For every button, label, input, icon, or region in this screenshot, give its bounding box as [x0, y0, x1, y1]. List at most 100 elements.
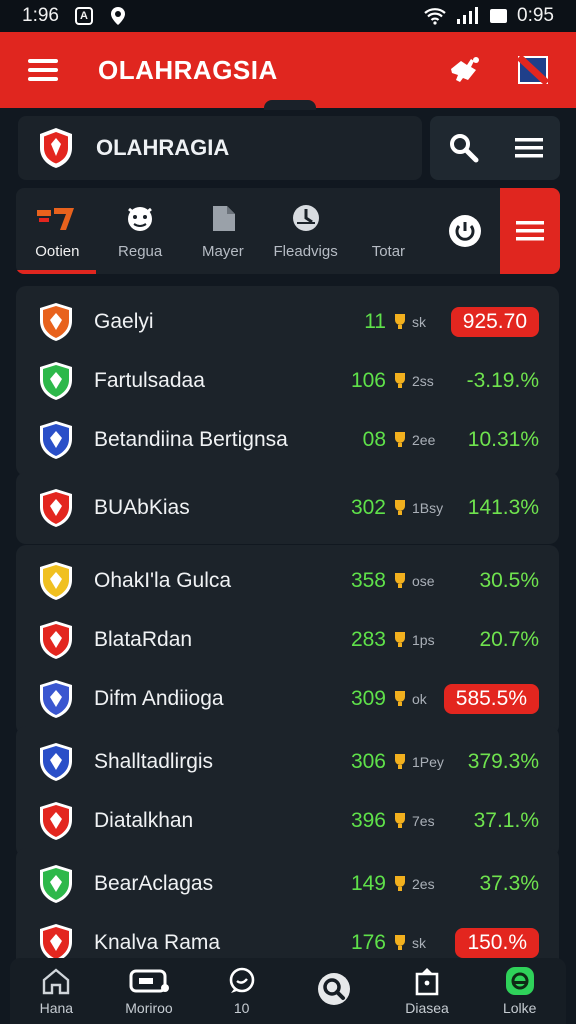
standings-group: Shalltadlirgis 306 1Pey 379.3% Diatalkhan 396…	[16, 726, 559, 857]
team-row[interactable]: BUAbKias 302 1Bsy 141.3%	[16, 480, 559, 536]
team-change-value: 925.70	[450, 307, 539, 337]
trophy-icon	[395, 314, 405, 329]
team-name: BearAclagas	[94, 872, 214, 895]
list-icon[interactable]	[514, 136, 543, 160]
nav-diasea[interactable]: Diasea	[381, 958, 474, 1024]
trend-label: 1ps	[412, 632, 435, 648]
trend-indicator: 2ss	[392, 372, 434, 390]
nav-chat[interactable]: 10	[195, 958, 288, 1024]
team-points: 149	[350, 872, 386, 895]
team-name: Betandiina Bertignsa	[94, 428, 288, 451]
power-toggle[interactable]	[430, 188, 500, 274]
team-crest-icon	[36, 301, 76, 343]
trend-label: ok	[412, 691, 427, 707]
team-name: Shalltadlirgis	[94, 750, 214, 773]
nav-search[interactable]	[288, 958, 381, 1024]
team-crest-icon	[36, 800, 76, 842]
team-name: Diatalkhan	[94, 809, 194, 832]
team-row[interactable]: OhakI'la Gulca 358 ose 30.5%	[16, 553, 559, 609]
menu-button[interactable]	[28, 59, 58, 81]
trophy-icon	[395, 432, 405, 447]
search-icon[interactable]	[448, 132, 480, 164]
trophy-icon	[395, 500, 405, 515]
team-row[interactable]: Betandiina Bertignsa 08 2ee 10.31%	[16, 412, 559, 468]
team-change-value: 379.3%	[467, 750, 539, 773]
tab-menu-button[interactable]	[500, 188, 560, 274]
stopwatch-icon	[292, 204, 319, 231]
nav-moriroo[interactable]: Moriroo	[103, 958, 196, 1024]
tab-totar[interactable]: Totar	[347, 188, 430, 274]
nav-label: Moriroo	[125, 1000, 173, 1016]
team-points: 11	[364, 310, 386, 333]
tab-bar: Ootien Regua Mayer Fleadvigs Totar	[16, 188, 560, 274]
trend-label: 1Bsy	[412, 500, 444, 516]
team-points: 176	[350, 931, 386, 954]
team-change-value: 141.3%	[467, 496, 539, 519]
trend-label: 7es	[412, 813, 435, 829]
tab-ootien[interactable]: Ootien	[16, 188, 99, 274]
team-change-value: 585.5%	[443, 684, 539, 714]
trend-indicator: ose	[392, 572, 435, 590]
trend-indicator: 7es	[392, 812, 435, 830]
match-icon	[129, 969, 169, 993]
team-row[interactable]: BlataRdan 283 1ps 20.7%	[16, 612, 559, 668]
power-icon	[448, 215, 481, 247]
signal-icon	[457, 7, 479, 24]
team-points: 302	[350, 496, 386, 519]
mascot-icon	[128, 206, 153, 231]
wifi-icon	[424, 8, 446, 25]
team-crest-icon	[36, 863, 76, 905]
nav-lolke[interactable]: Lolke	[473, 958, 566, 1024]
flag-icon[interactable]	[518, 56, 548, 84]
team-crest-icon	[36, 360, 76, 402]
team-crest-icon	[36, 619, 76, 661]
team-points: 306	[350, 750, 386, 773]
team-crest-icon	[36, 487, 76, 529]
app-title: OLAHRAGSIA	[98, 54, 278, 85]
team-row[interactable]: Fartulsadaa 106 2ss -3.19.%	[16, 353, 559, 409]
team-name: BUAbKias	[94, 496, 190, 519]
trend-indicator: 1Bsy	[392, 499, 443, 517]
tab-fleadvigs[interactable]: Fleadvigs	[264, 188, 347, 274]
tab-regua[interactable]: Regua	[99, 188, 182, 274]
team-name: Knalva Rama	[94, 931, 221, 954]
team-points: 358	[350, 569, 386, 592]
tab-label: Ootien	[35, 242, 80, 260]
team-row[interactable]: BearAclagas 149 2es 37.3%	[16, 856, 559, 912]
tab-label: Regua	[118, 242, 163, 260]
standings-group: OhakI'la Gulca 358 ose 30.5% BlataRdan 283 1ps…	[16, 545, 559, 735]
tab-mayer[interactable]: Mayer	[182, 188, 265, 274]
team-change-value: 30.5%	[479, 569, 539, 592]
trend-indicator: sk	[392, 313, 426, 331]
team-header[interactable]: OLAHRAGIA	[18, 116, 422, 180]
team-change-value: -3.19.%	[466, 369, 539, 392]
team-name: Gaelyi	[94, 310, 154, 333]
battery-icon	[490, 9, 508, 23]
team-crest-icon	[36, 419, 76, 461]
trend-label: ose	[412, 573, 435, 589]
trend-label: 2es	[412, 876, 435, 892]
team-crest-icon	[36, 678, 76, 720]
team-name: BlataRdan	[94, 628, 193, 651]
team-name: OhakI'la Gulca	[94, 569, 232, 592]
team-row[interactable]: Gaelyi 11 sk 925.70	[16, 294, 559, 350]
nav-home[interactable]: Hana	[10, 958, 103, 1024]
team-points: 396	[350, 809, 386, 832]
trophy-icon	[395, 935, 405, 950]
profile-icon	[505, 967, 534, 995]
bottom-nav: Hana Moriroo 10 Diasea Lolke	[10, 958, 566, 1024]
menu-icon	[516, 221, 545, 241]
team-row[interactable]: Diatalkhan 396 7es 37.1.%	[16, 793, 559, 849]
team-row[interactable]: Difm Andiioga 309 ok 585.5%	[16, 671, 559, 727]
trend-indicator: ok	[392, 690, 427, 708]
search-icon	[318, 973, 351, 1005]
team-crest-icon	[36, 560, 76, 602]
nav-label: 10	[233, 1000, 250, 1016]
notification-badge: A	[74, 7, 93, 25]
team-name: Fartulsadaa	[94, 369, 205, 392]
team-change-value: 37.3%	[479, 872, 539, 895]
standings-group: BUAbKias 302 1Bsy 141.3%	[16, 472, 559, 544]
whistle-icon[interactable]	[448, 55, 482, 85]
team-row[interactable]: Shalltadlirgis 306 1Pey 379.3%	[16, 734, 559, 790]
trend-indicator: 1ps	[392, 631, 435, 649]
